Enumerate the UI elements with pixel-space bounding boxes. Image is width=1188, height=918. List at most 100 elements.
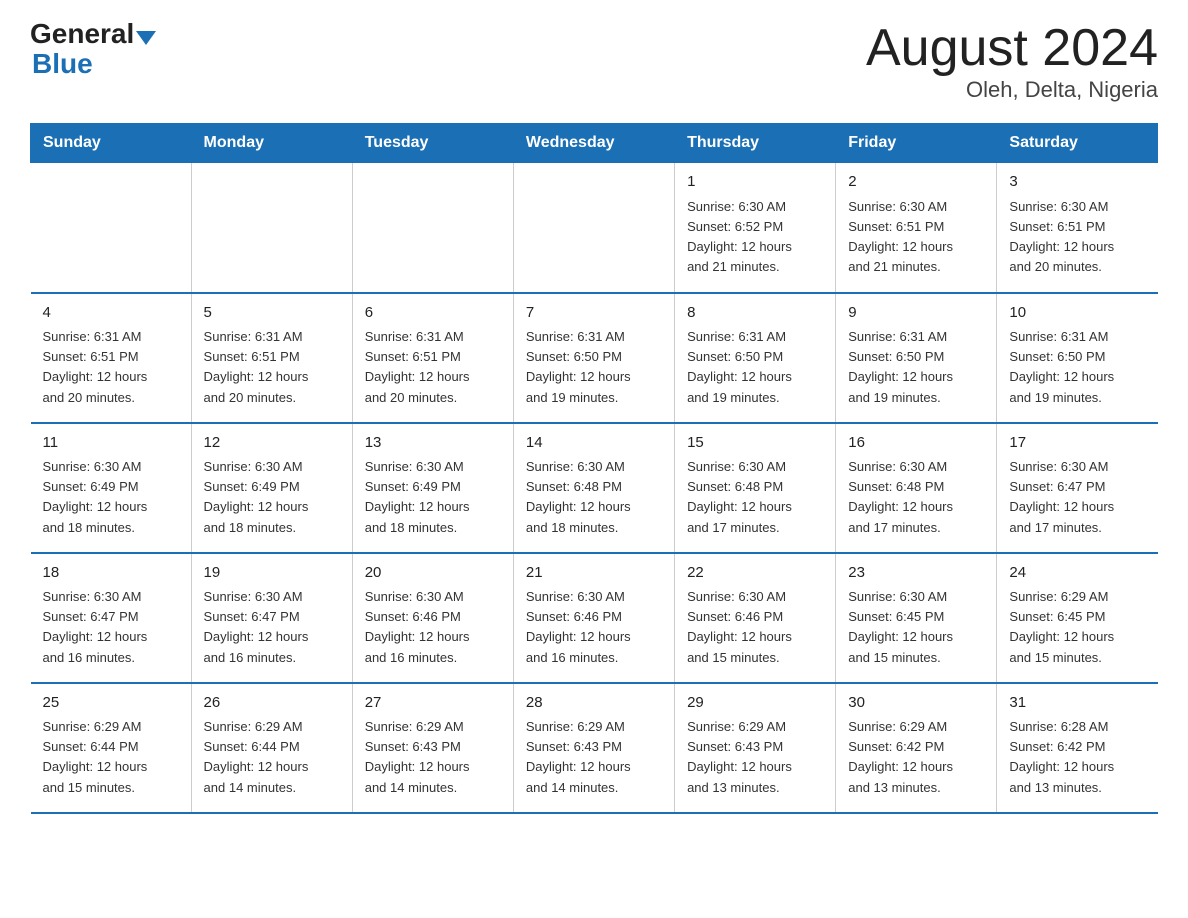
day-info: Sunrise: 6:30 AMSunset: 6:47 PMDaylight:… xyxy=(1009,457,1145,538)
calendar-cell xyxy=(513,163,674,293)
day-number: 23 xyxy=(848,562,984,585)
calendar-cell: 19Sunrise: 6:30 AMSunset: 6:47 PMDayligh… xyxy=(191,553,352,683)
calendar-cell: 10Sunrise: 6:31 AMSunset: 6:50 PMDayligh… xyxy=(997,293,1158,423)
day-number: 30 xyxy=(848,692,984,715)
calendar-week-row: 4Sunrise: 6:31 AMSunset: 6:51 PMDaylight… xyxy=(31,293,1158,423)
calendar-cell: 23Sunrise: 6:30 AMSunset: 6:45 PMDayligh… xyxy=(836,553,997,683)
day-number: 17 xyxy=(1009,432,1145,455)
day-info: Sunrise: 6:30 AMSunset: 6:49 PMDaylight:… xyxy=(43,457,179,538)
calendar-cell: 5Sunrise: 6:31 AMSunset: 6:51 PMDaylight… xyxy=(191,293,352,423)
day-info: Sunrise: 6:31 AMSunset: 6:50 PMDaylight:… xyxy=(848,327,984,408)
weekday-header-tuesday: Tuesday xyxy=(352,124,513,163)
day-number: 18 xyxy=(43,562,179,585)
day-info: Sunrise: 6:30 AMSunset: 6:45 PMDaylight:… xyxy=(848,587,984,668)
calendar-week-row: 18 Sunrise: 6:30 AMSunset: 6:47 PMDayligh… xyxy=(31,553,1158,683)
calendar-table: SundayMondayTuesdayWednesdayThursdayFrid… xyxy=(30,123,1158,814)
calendar-cell: 15Sunrise: 6:30 AMSunset: 6:48 PMDayligh… xyxy=(675,423,836,553)
page-header: General Blue August 2024 Oleh, Delta, Ni… xyxy=(30,20,1158,103)
day-info: Sunrise: 6:30 AMSunset: 6:48 PMDaylight:… xyxy=(687,457,823,538)
day-number: 4 xyxy=(43,302,179,325)
day-info: Sunrise: 6:29 AMSunset: 6:43 PMDaylight:… xyxy=(365,717,501,798)
day-info: Sunrise: 6:30 AMSunset: 6:51 PMDaylight:… xyxy=(848,197,984,278)
calendar-cell: 28Sunrise: 6:29 AMSunset: 6:43 PMDayligh… xyxy=(513,683,674,813)
day-info: Sunrise: 6:29 AMSunset: 6:45 PMDaylight:… xyxy=(1009,587,1145,668)
day-number: 19 xyxy=(204,562,340,585)
day-number: 3 xyxy=(1009,171,1145,194)
day-number: 14 xyxy=(526,432,662,455)
day-info: Sunrise: 6:29 AMSunset: 6:43 PMDaylight:… xyxy=(687,717,823,798)
day-number: 20 xyxy=(365,562,501,585)
day-info: Sunrise: 6:31 AMSunset: 6:51 PMDaylight:… xyxy=(204,327,340,408)
month-year-title: August 2024 xyxy=(866,20,1158,77)
day-number: 13 xyxy=(365,432,501,455)
day-info: Sunrise: 6:30 AMSunset: 6:48 PMDaylight:… xyxy=(526,457,662,538)
day-info: Sunrise: 6:31 AMSunset: 6:50 PMDaylight:… xyxy=(687,327,823,408)
calendar-cell: 26Sunrise: 6:29 AMSunset: 6:44 PMDayligh… xyxy=(191,683,352,813)
day-info: Sunrise: 6:31 AMSunset: 6:51 PMDaylight:… xyxy=(43,327,179,408)
day-info: Sunrise: 6:30 AMSunset: 6:49 PMDaylight:… xyxy=(204,457,340,538)
calendar-cell: 18Sunrise: 6:30 AMSunset: 6:47 PMDayligh… xyxy=(31,553,192,683)
day-number: 5 xyxy=(204,302,340,325)
day-info: Sunrise: 6:30 AMSunset: 6:51 PMDaylight:… xyxy=(1009,197,1145,278)
title-block: August 2024 Oleh, Delta, Nigeria xyxy=(866,20,1158,103)
calendar-week-row: 25 Sunrise: 6:29 AMSunset: 6:44 PMDayligh… xyxy=(31,683,1158,813)
day-number: 2 xyxy=(848,171,984,194)
weekday-header-sunday: Sunday xyxy=(31,124,192,163)
day-number: 12 xyxy=(204,432,340,455)
calendar-cell: 11Sunrise: 6:30 AMSunset: 6:49 PMDayligh… xyxy=(31,423,192,553)
logo-triangle-icon xyxy=(136,31,156,45)
day-number: 25 xyxy=(43,692,179,715)
calendar-cell: 29Sunrise: 6:29 AMSunset: 6:43 PMDayligh… xyxy=(675,683,836,813)
day-number: 29 xyxy=(687,692,823,715)
day-number: 28 xyxy=(526,692,662,715)
day-info: Sunrise: 6:30 AMSunset: 6:52 PMDaylight:… xyxy=(687,197,823,278)
day-info: Sunrise: 6:29 AMSunset: 6:43 PMDaylight:… xyxy=(526,717,662,798)
calendar-header-row: SundayMondayTuesdayWednesdayThursdayFrid… xyxy=(31,124,1158,163)
calendar-cell: 20Sunrise: 6:30 AMSunset: 6:46 PMDayligh… xyxy=(352,553,513,683)
weekday-header-friday: Friday xyxy=(836,124,997,163)
calendar-cell: 16Sunrise: 6:30 AMSunset: 6:48 PMDayligh… xyxy=(836,423,997,553)
calendar-cell: 1 Sunrise: 6:30 AMSunset: 6:52 PMDaylight… xyxy=(675,163,836,293)
calendar-cell: 12Sunrise: 6:30 AMSunset: 6:49 PMDayligh… xyxy=(191,423,352,553)
calendar-week-row: 11Sunrise: 6:30 AMSunset: 6:49 PMDayligh… xyxy=(31,423,1158,553)
weekday-header-saturday: Saturday xyxy=(997,124,1158,163)
day-number: 26 xyxy=(204,692,340,715)
day-number: 8 xyxy=(687,302,823,325)
day-number: 21 xyxy=(526,562,662,585)
calendar-cell: 7Sunrise: 6:31 AMSunset: 6:50 PMDaylight… xyxy=(513,293,674,423)
logo-blue-text: Blue xyxy=(32,48,93,79)
location-subtitle: Oleh, Delta, Nigeria xyxy=(866,77,1158,103)
day-number: 15 xyxy=(687,432,823,455)
day-number: 9 xyxy=(848,302,984,325)
day-info: Sunrise: 6:30 AMSunset: 6:49 PMDaylight:… xyxy=(365,457,501,538)
day-info: Sunrise: 6:28 AMSunset: 6:42 PMDaylight:… xyxy=(1009,717,1145,798)
day-info: Sunrise: 6:29 AMSunset: 6:44 PMDaylight:… xyxy=(204,717,340,798)
calendar-cell xyxy=(31,163,192,293)
day-info: Sunrise: 6:30 AMSunset: 6:46 PMDaylight:… xyxy=(365,587,501,668)
calendar-cell: 25Sunrise: 6:29 AMSunset: 6:44 PMDayligh… xyxy=(31,683,192,813)
calendar-cell: 8Sunrise: 6:31 AMSunset: 6:50 PMDaylight… xyxy=(675,293,836,423)
day-info: Sunrise: 6:30 AMSunset: 6:46 PMDaylight:… xyxy=(687,587,823,668)
day-info: Sunrise: 6:29 AMSunset: 6:42 PMDaylight:… xyxy=(848,717,984,798)
calendar-cell: 27Sunrise: 6:29 AMSunset: 6:43 PMDayligh… xyxy=(352,683,513,813)
calendar-cell: 6Sunrise: 6:31 AMSunset: 6:51 PMDaylight… xyxy=(352,293,513,423)
calendar-cell: 21Sunrise: 6:30 AMSunset: 6:46 PMDayligh… xyxy=(513,553,674,683)
calendar-cell xyxy=(352,163,513,293)
day-number: 22 xyxy=(687,562,823,585)
day-info: Sunrise: 6:31 AMSunset: 6:50 PMDaylight:… xyxy=(1009,327,1145,408)
calendar-cell: 2 Sunrise: 6:30 AMSunset: 6:51 PMDaylight… xyxy=(836,163,997,293)
weekday-header-wednesday: Wednesday xyxy=(513,124,674,163)
calendar-week-row: 1 Sunrise: 6:30 AMSunset: 6:52 PMDaylight… xyxy=(31,163,1158,293)
logo-general-text: General xyxy=(30,20,134,48)
day-number: 6 xyxy=(365,302,501,325)
day-number: 10 xyxy=(1009,302,1145,325)
weekday-header-thursday: Thursday xyxy=(675,124,836,163)
calendar-cell: 4Sunrise: 6:31 AMSunset: 6:51 PMDaylight… xyxy=(31,293,192,423)
calendar-cell: 30Sunrise: 6:29 AMSunset: 6:42 PMDayligh… xyxy=(836,683,997,813)
day-number: 1 xyxy=(687,171,823,194)
day-info: Sunrise: 6:30 AMSunset: 6:47 PMDaylight:… xyxy=(204,587,340,668)
day-info: Sunrise: 6:30 AMSunset: 6:46 PMDaylight:… xyxy=(526,587,662,668)
calendar-cell: 3 Sunrise: 6:30 AMSunset: 6:51 PMDaylight… xyxy=(997,163,1158,293)
day-number: 7 xyxy=(526,302,662,325)
calendar-cell: 22Sunrise: 6:30 AMSunset: 6:46 PMDayligh… xyxy=(675,553,836,683)
